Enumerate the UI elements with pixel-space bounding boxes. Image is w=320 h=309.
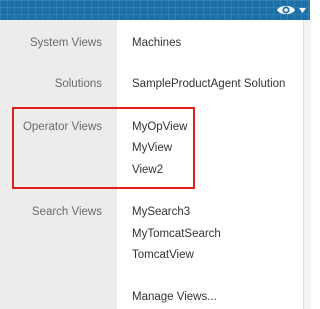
manage-views-link[interactable]: Manage Views... — [132, 290, 217, 304]
menu-item-view2[interactable]: View2 — [132, 163, 163, 177]
menu-edge — [303, 20, 311, 309]
search-views-label: Search Views — [31, 206, 102, 218]
top-toolbar — [0, 0, 310, 20]
caret-down-icon — [299, 7, 306, 13]
menu-item-machines[interactable]: Machines — [132, 36, 181, 50]
eye-icon — [276, 3, 296, 17]
solutions-label: Solutions — [54, 78, 102, 90]
views-dropdown-menu: System Views Solutions Operator Views Se… — [0, 20, 304, 309]
menu-item-tomcatview[interactable]: TomcatView — [132, 248, 194, 262]
view-menu-screen: System Views Solutions Operator Views Se… — [0, 0, 311, 309]
operator-views-label: Operator Views — [22, 121, 102, 133]
menu-item-mysearch3[interactable]: MySearch3 — [132, 205, 190, 219]
menu-item-mytomcatsearch[interactable]: MyTomcatSearch — [132, 227, 221, 241]
menu-item-myopview[interactable]: MyOpView — [132, 120, 187, 134]
menu-item-sampleproductagent-solution[interactable]: SampleProductAgent Solution — [132, 77, 285, 91]
section-label-column: System Views Solutions Operator Views Se… — [0, 20, 117, 309]
view-switcher-button[interactable] — [276, 1, 306, 19]
system-views-label: System Views — [29, 37, 102, 49]
menu-item-myview[interactable]: MyView — [132, 141, 172, 155]
